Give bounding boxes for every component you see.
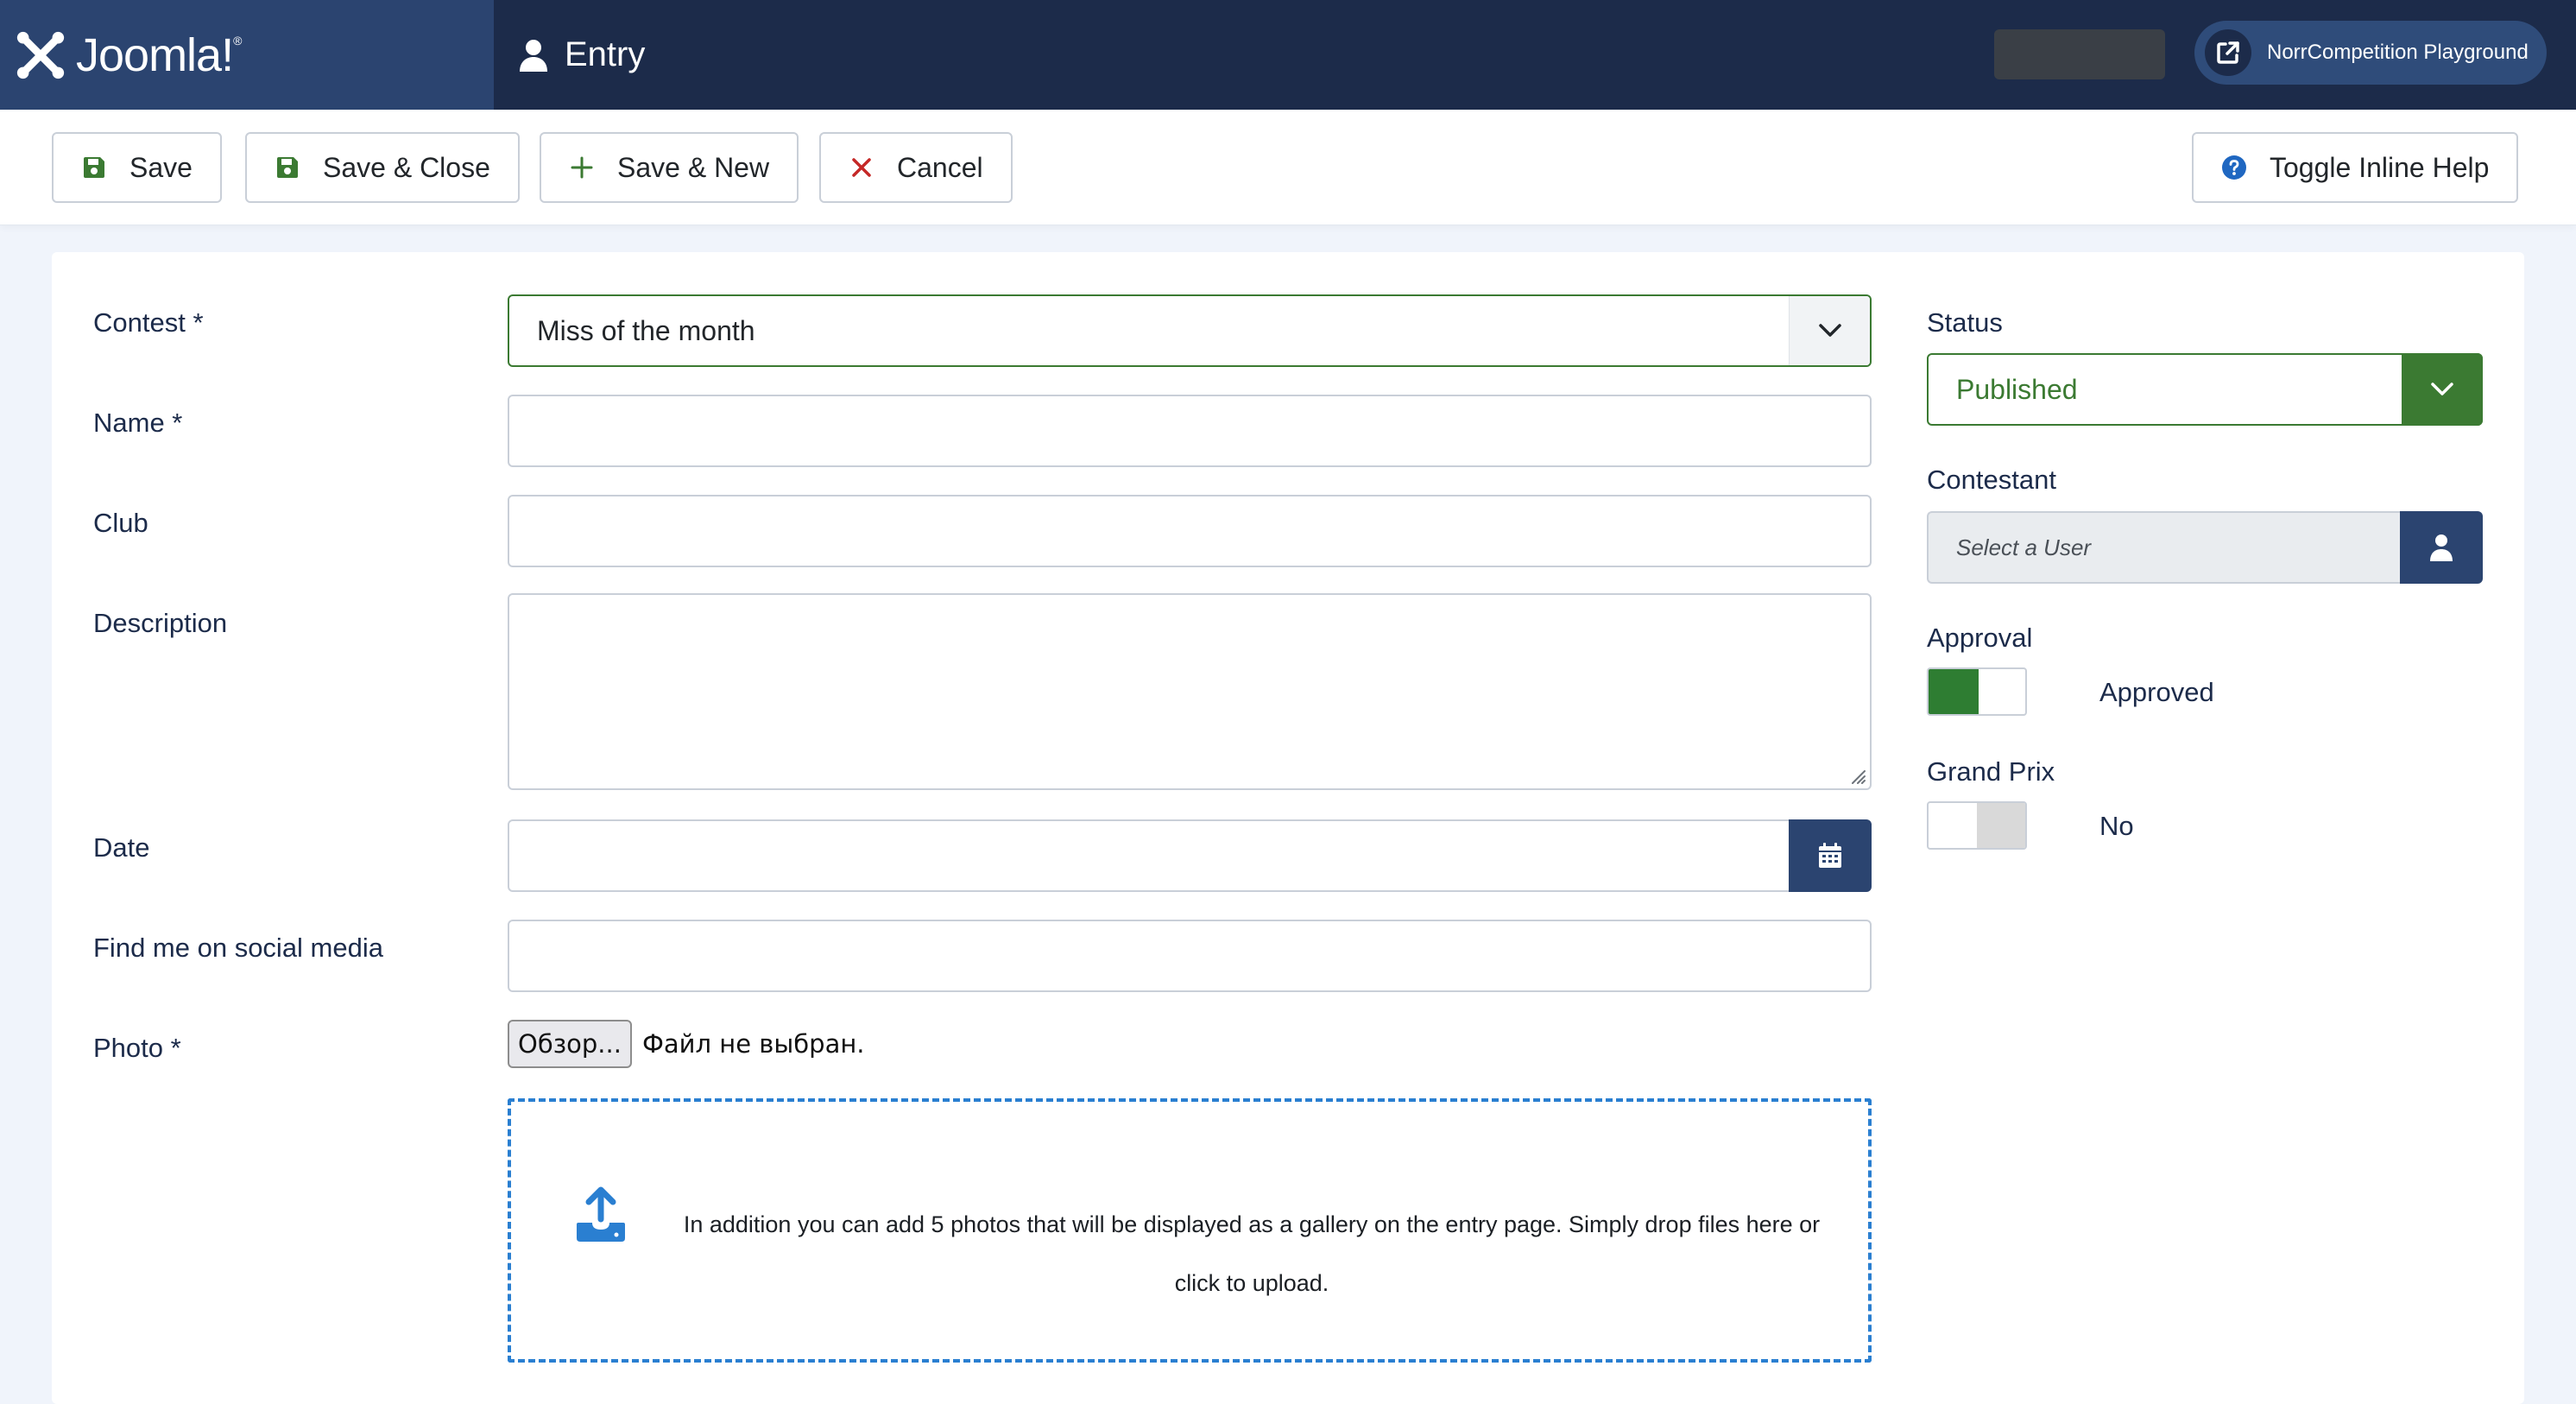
- cancel-label: Cancel: [897, 151, 983, 183]
- save-close-button[interactable]: Save & Close: [245, 132, 520, 203]
- date-picker-button[interactable]: [1789, 819, 1872, 892]
- status-label: Status: [1927, 307, 2003, 338]
- approval-switch[interactable]: [1927, 667, 2027, 716]
- save-button[interactable]: Save: [52, 132, 222, 203]
- photo-dropzone[interactable]: In addition you can add 5 photos that wi…: [508, 1098, 1872, 1363]
- contest-label: Contest *: [93, 307, 204, 338]
- chevron-down-icon: [1789, 296, 1870, 365]
- user-icon: [520, 39, 547, 72]
- status-select[interactable]: Published: [1927, 353, 2483, 426]
- header: Joomla!® Entry NorrCompetition Playgroun…: [0, 0, 2576, 110]
- x-icon: [852, 158, 871, 177]
- approval-state: Approved: [2099, 677, 2214, 707]
- no-file-text: Файл не выбран.: [641, 1029, 865, 1059]
- social-media-label: Find me on social media: [93, 933, 383, 963]
- brand-name: Joomla!®: [76, 28, 242, 81]
- name-input[interactable]: [508, 395, 1872, 467]
- name-label: Name *: [93, 408, 183, 438]
- contestant-placeholder: Select a User: [1956, 534, 2092, 560]
- calendar-icon: [1819, 843, 1841, 868]
- site-link-button[interactable]: NorrCompetition Playground: [2194, 21, 2547, 85]
- floppy-disk-icon: [84, 157, 104, 178]
- upload-icon: [577, 1186, 625, 1242]
- contest-select[interactable]: Miss of the month: [508, 294, 1872, 367]
- date-input[interactable]: [508, 819, 1792, 892]
- floppy-disk-icon: [277, 157, 298, 178]
- cancel-button[interactable]: Cancel: [819, 132, 1013, 203]
- resize-grip-icon[interactable]: [1847, 766, 1866, 785]
- contest-select-value: Miss of the month: [537, 314, 755, 346]
- save-new-label: Save & New: [617, 151, 770, 183]
- contestant-field[interactable]: Select a User: [1927, 511, 2400, 584]
- save-label: Save: [129, 151, 193, 183]
- page-title: Entry: [518, 0, 645, 110]
- description-label: Description: [93, 608, 228, 638]
- chevron-down-icon: [2402, 353, 2483, 426]
- site-link-label: NorrCompetition Playground: [2267, 41, 2529, 64]
- page-title-text: Entry: [565, 35, 646, 73]
- photo-label: Photo *: [93, 1033, 181, 1063]
- contestant-label: Contestant: [1927, 465, 2056, 495]
- brand[interactable]: Joomla!®: [0, 0, 494, 110]
- browse-button[interactable]: Обзор...: [508, 1020, 632, 1068]
- club-input[interactable]: [508, 495, 1872, 567]
- plus-icon: [571, 156, 593, 179]
- approval-switch-knob: [1929, 669, 1979, 714]
- save-new-button[interactable]: Save & New: [540, 132, 799, 203]
- select-user-button[interactable]: [2400, 511, 2483, 584]
- date-label: Date: [93, 832, 150, 863]
- toolbar: Save Save & Close Save & New Cancel Togg…: [0, 110, 2576, 225]
- entry-form-card: Contest * Miss of the month Name * Club …: [52, 252, 2524, 1404]
- user-icon: [2430, 534, 2453, 561]
- dropzone-text: In addition you can add 5 photos that wi…: [683, 1211, 1821, 1296]
- save-close-label: Save & Close: [323, 151, 490, 183]
- joomla-logo-icon: [16, 31, 65, 79]
- grand-prix-state: No: [2099, 811, 2134, 841]
- header-placeholder: [1994, 29, 2165, 79]
- toggle-inline-help-button[interactable]: Toggle Inline Help: [2192, 132, 2519, 203]
- grand-prix-switch[interactable]: [1927, 801, 2027, 850]
- external-link-icon: [2205, 29, 2251, 76]
- social-media-input[interactable]: [508, 920, 1872, 992]
- grand-prix-switch-knob: [1977, 803, 2025, 848]
- club-label: Club: [93, 508, 148, 538]
- photo-file-input: Обзор... Файл не выбран.: [508, 1020, 865, 1068]
- toggle-inline-help-label: Toggle Inline Help: [2270, 151, 2490, 183]
- description-textarea[interactable]: [508, 593, 1872, 790]
- approval-label: Approval: [1927, 623, 2033, 653]
- grand-prix-label: Grand Prix: [1927, 756, 2055, 787]
- question-circle-icon: [2222, 155, 2246, 180]
- status-select-value: Published: [1956, 373, 2078, 405]
